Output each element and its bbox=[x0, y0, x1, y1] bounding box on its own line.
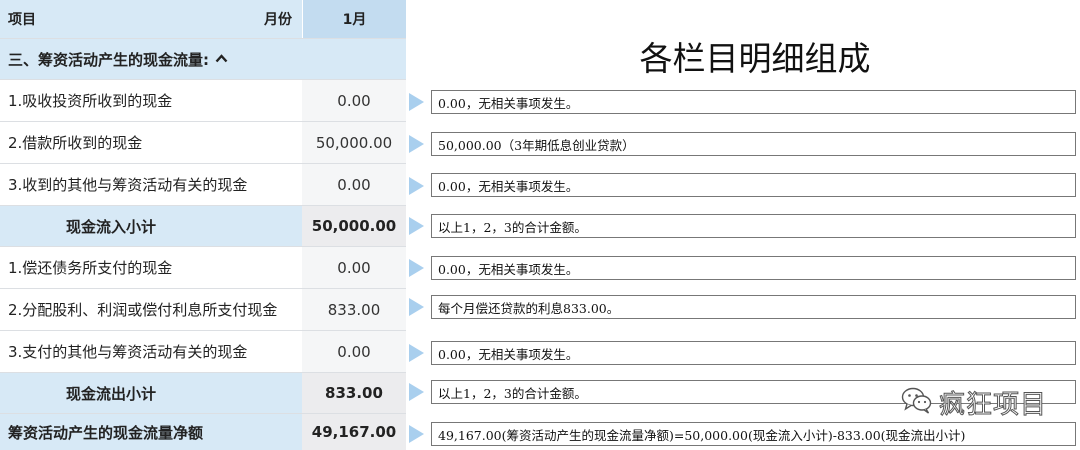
header-month-value: 1月 bbox=[302, 0, 406, 38]
row-value: 50,000.00 bbox=[302, 206, 406, 246]
details-title: 各栏目明细组成 bbox=[639, 39, 871, 78]
wechat-icon bbox=[901, 386, 933, 418]
arrow-right-icon bbox=[409, 135, 424, 153]
table-row: 1.吸收投资所收到的现金 0.00 bbox=[0, 80, 406, 122]
detail-box: 50,000.00（3年期低息创业贷款） bbox=[431, 132, 1076, 156]
row-label: 筹资活动产生的现金流量净额 bbox=[0, 414, 302, 450]
detail-box: 0.00，无相关事项发生。 bbox=[431, 341, 1076, 365]
section-header[interactable]: 三、筹资活动产生的现金流量: bbox=[0, 39, 406, 80]
header-label-cell: 项目 月份 bbox=[0, 0, 302, 38]
row-label: 现金流入小计 bbox=[0, 206, 302, 246]
row-value: 50,000.00 bbox=[302, 122, 406, 163]
table-row: 3.收到的其他与筹资活动有关的现金 0.00 bbox=[0, 164, 406, 206]
watermark: 疯狂项目 bbox=[901, 384, 1047, 420]
detail-box: 49,167.00(筹资活动产生的现金流量净额)=50,000.00(现金流入小… bbox=[431, 422, 1076, 446]
table-header: 项目 月份 1月 bbox=[0, 0, 406, 39]
arrow-right-icon bbox=[409, 383, 424, 401]
row-value: 833.00 bbox=[302, 373, 406, 413]
arrow-right-icon bbox=[409, 298, 424, 316]
table-row: 2.分配股利、利润或偿付利息所支付现金 833.00 bbox=[0, 289, 406, 331]
detail-box: 每个月偿还贷款的利息833.00。 bbox=[431, 295, 1076, 319]
net-cash-flow-row: 筹资活动产生的现金流量净额 49,167.00 bbox=[0, 414, 406, 450]
arrow-right-icon bbox=[409, 177, 424, 195]
subtotal-row-outflow: 现金流出小计 833.00 bbox=[0, 373, 406, 414]
row-label: 3.收到的其他与筹资活动有关的现金 bbox=[0, 164, 302, 205]
table-row: 3.支付的其他与筹资活动有关的现金 0.00 bbox=[0, 331, 406, 373]
arrow-right-icon bbox=[409, 344, 424, 362]
row-value: 49,167.00 bbox=[302, 414, 406, 450]
subtotal-row-inflow: 现金流入小计 50,000.00 bbox=[0, 206, 406, 247]
row-value: 833.00 bbox=[302, 289, 406, 330]
row-value: 0.00 bbox=[302, 80, 406, 121]
row-label: 2.分配股利、利润或偿付利息所支付现金 bbox=[0, 289, 302, 330]
section-title-cell: 三、筹资活动产生的现金流量: bbox=[0, 39, 406, 79]
arrow-right-icon bbox=[409, 217, 424, 235]
detail-box: 0.00，无相关事项发生。 bbox=[431, 90, 1076, 114]
detail-box: 0.00，无相关事项发生。 bbox=[431, 256, 1076, 280]
chevron-up-icon[interactable] bbox=[215, 52, 228, 66]
row-value: 0.00 bbox=[302, 247, 406, 288]
row-label: 3.支付的其他与筹资活动有关的现金 bbox=[0, 331, 302, 372]
watermark-text: 疯狂项目 bbox=[938, 389, 1048, 420]
row-value: 0.00 bbox=[302, 164, 406, 205]
arrow-right-icon bbox=[409, 425, 424, 443]
row-label: 现金流出小计 bbox=[0, 373, 302, 413]
section-title: 三、筹资活动产生的现金流量: bbox=[8, 50, 209, 69]
arrow-right-icon bbox=[409, 259, 424, 277]
row-label: 1.偿还债务所支付的现金 bbox=[0, 247, 302, 288]
table-row: 1.偿还债务所支付的现金 0.00 bbox=[0, 247, 406, 289]
cash-flow-table: 项目 月份 1月 三、筹资活动产生的现金流量: 1.吸收投资所收到的现金 0.0… bbox=[0, 0, 406, 450]
arrow-right-icon bbox=[409, 93, 424, 111]
detail-box: 0.00，无相关事项发生。 bbox=[431, 173, 1076, 197]
header-month-label: 月份 bbox=[264, 12, 292, 28]
row-value: 0.00 bbox=[302, 331, 406, 372]
header-item-label: 项目 bbox=[8, 12, 36, 28]
table-row: 2.借款所收到的现金 50,000.00 bbox=[0, 122, 406, 164]
detail-box: 以上1，2，3的合计金额。 bbox=[431, 214, 1076, 238]
row-label: 1.吸收投资所收到的现金 bbox=[0, 80, 302, 121]
row-label: 2.借款所收到的现金 bbox=[0, 122, 302, 163]
